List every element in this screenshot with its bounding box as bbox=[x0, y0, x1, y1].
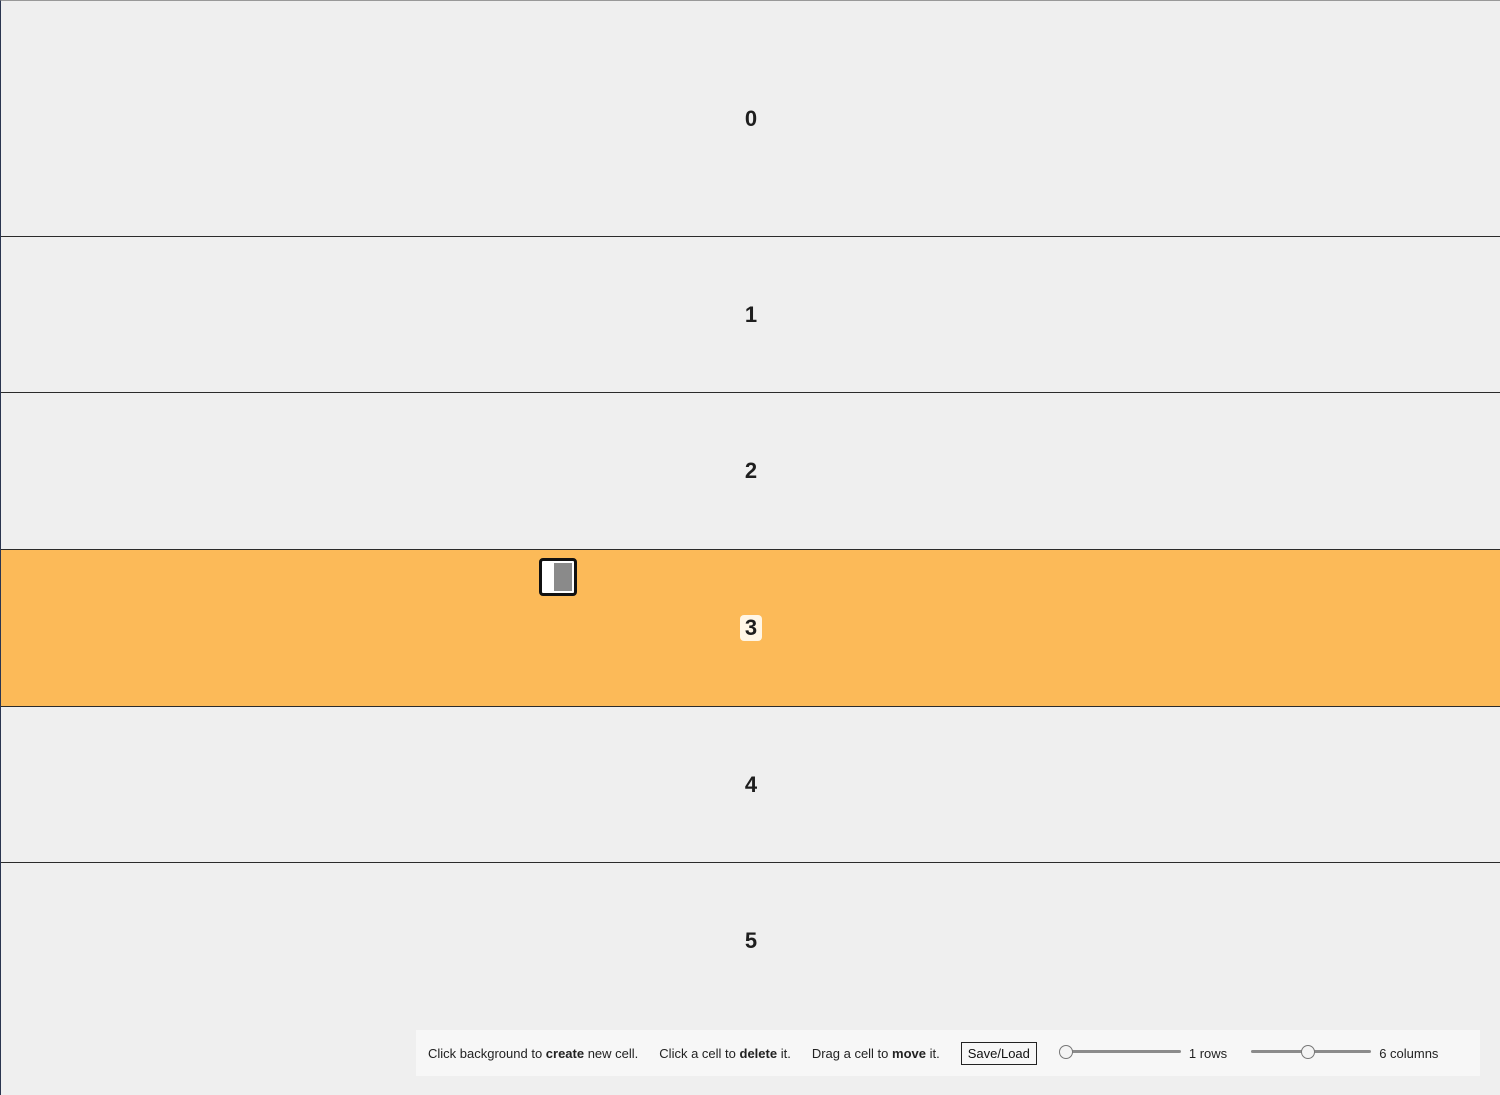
cell-4[interactable]: 4 bbox=[1, 707, 1500, 863]
cell-label: 1 bbox=[744, 301, 758, 327]
cell-label: 5 bbox=[744, 928, 758, 953]
cell-2[interactable]: 2 bbox=[1, 393, 1500, 550]
save-load-button[interactable]: Save/Load bbox=[960, 1041, 1037, 1065]
columns-label: 6 columns bbox=[1379, 1045, 1439, 1061]
hint-delete: Click a cell to delete it. bbox=[659, 1045, 791, 1061]
cell-5[interactable]: 5 bbox=[1, 863, 1500, 1019]
hint-create: Click background to create new cell. bbox=[428, 1045, 639, 1061]
rows-slider[interactable] bbox=[1058, 1045, 1183, 1061]
cell-label: 4 bbox=[744, 771, 758, 797]
columns-slider-thumb[interactable] bbox=[1301, 1045, 1316, 1059]
cell-label: 0 bbox=[744, 105, 758, 131]
cell-1[interactable]: 1 bbox=[1, 237, 1500, 393]
drag-handle-left bbox=[544, 563, 554, 591]
hint-move: Drag a cell to move it. bbox=[811, 1045, 940, 1061]
cell-label: 3 bbox=[739, 615, 763, 641]
toolbar: Click background to create new cell. Cli… bbox=[416, 1030, 1480, 1076]
columns-slider[interactable] bbox=[1249, 1045, 1373, 1061]
cell-grid[interactable]: 0 1 2 3 4 5 bbox=[0, 0, 1500, 1095]
rows-label: 1 rows bbox=[1188, 1045, 1228, 1061]
cell-0[interactable]: 0 bbox=[1, 1, 1500, 237]
rows-slider-track bbox=[1060, 1050, 1181, 1053]
cell-3[interactable]: 3 bbox=[1, 550, 1500, 707]
cell-label: 2 bbox=[744, 458, 758, 483]
drag-handle-icon[interactable] bbox=[539, 558, 577, 596]
rows-slider-thumb[interactable] bbox=[1058, 1045, 1073, 1059]
drag-handle-right bbox=[554, 563, 572, 591]
